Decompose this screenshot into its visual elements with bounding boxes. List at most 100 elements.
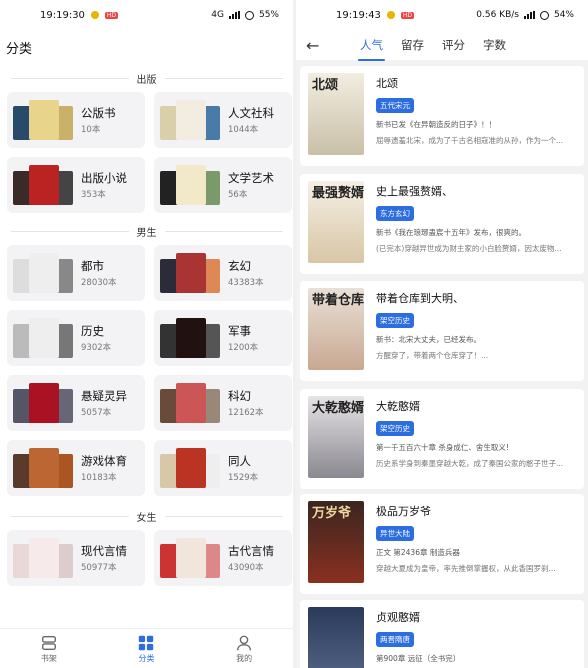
category-grid: 现代言情 50977本 古代言情 43090本 xyxy=(0,530,293,586)
category-info: 科幻 12162本 xyxy=(228,388,264,418)
book-card[interactable]: 贞观憨婿 两晋隋唐 第900章 远征（全书完） xyxy=(300,600,584,668)
latest-chapter: 新书：北宋大丈夫，已经发布。 xyxy=(376,335,481,344)
book-stack-image xyxy=(9,163,75,207)
section-header: 出版 xyxy=(0,64,293,92)
book-cover xyxy=(29,448,59,488)
tab-retention[interactable]: 留存 xyxy=(397,37,428,53)
genre-tag: 架空历史 xyxy=(376,313,414,328)
book-cover xyxy=(29,100,59,140)
category-info: 出版小说 353本 xyxy=(81,170,127,200)
category-card[interactable]: 历史 9302本 xyxy=(7,310,145,366)
book-description: 穿越大夏成为皇帝，率先推倒掌握权，从此香国罗刹... xyxy=(376,564,556,573)
battery-icon xyxy=(244,10,254,20)
ranking-header: ← 人气 留存 评分 字数 xyxy=(296,30,588,61)
cover-title: 带着仓库 xyxy=(312,293,364,308)
category-info: 悬疑灵异 5057本 xyxy=(81,388,127,418)
latest-chapter: 新书《我在琅琊蛊宸十五年》发布，很爽的。 xyxy=(376,228,526,237)
category-card[interactable]: 悬疑灵异 5057本 xyxy=(7,375,145,431)
category-card[interactable]: 同人 1529本 xyxy=(154,440,292,496)
category-info: 军事 1200本 xyxy=(228,323,258,353)
book-card[interactable]: 北颂 北颂 五代宋元 新书已发《在异朝造反的日子》！！ 屈辱遗羞北宋，成为了千古名相寇准… xyxy=(300,66,584,166)
category-name: 人文社科 xyxy=(228,106,274,120)
book-cover xyxy=(29,318,59,358)
book-cover: 万岁爷 xyxy=(308,501,364,583)
tab-category[interactable]: 分类 xyxy=(116,634,176,664)
tab-rating[interactable]: 评分 xyxy=(438,37,469,53)
section-header: 男生 xyxy=(0,217,293,245)
book-cover xyxy=(176,165,206,205)
category-card[interactable]: 古代言情 43090本 xyxy=(154,530,292,586)
book-cover: 带着仓库 xyxy=(308,288,364,370)
tab-label: 我的 xyxy=(236,653,253,663)
book-stack-image xyxy=(9,381,75,425)
genre-tag: 两晋隋唐 xyxy=(376,632,414,647)
tab-word-count[interactable]: 字数 xyxy=(479,37,510,53)
book-cover xyxy=(29,383,59,423)
battery-icon xyxy=(539,10,549,20)
category-card[interactable]: 游戏体育 10183本 xyxy=(7,440,145,496)
network-label: 4G xyxy=(211,10,224,20)
battery-level: 54% xyxy=(553,10,574,20)
genre-tag: 东方玄幻 xyxy=(376,206,414,221)
book-stack-image xyxy=(156,163,222,207)
category-count: 12162本 xyxy=(228,408,264,418)
category-count: 43383本 xyxy=(228,278,264,288)
category-grid: 都市 28030本 玄幻 43383本历史 9302本 军事 1200本悬疑灵异 5057本 科… xyxy=(0,245,293,496)
category-info: 公版书 10本 xyxy=(81,105,116,135)
category-name: 玄幻 xyxy=(228,259,251,273)
cover-title: 北颂 xyxy=(312,78,339,93)
category-count: 43090本 xyxy=(228,563,264,573)
person-icon xyxy=(237,635,252,650)
genre-tag: 架空历史 xyxy=(376,421,414,436)
category-count: 9302本 xyxy=(81,343,112,353)
category-name: 公版书 xyxy=(81,106,116,120)
book-card[interactable]: 大乾憨婿 大乾憨婿 架空历史 第一千五百六十章 杀身成仁、舍生取义! 历史系学身到秦墨穿… xyxy=(300,389,584,489)
cover-title: 大乾憨婿 xyxy=(312,401,364,416)
category-card[interactable]: 公版书 10本 xyxy=(7,92,145,148)
category-name: 历史 xyxy=(81,324,104,338)
book-stack-image xyxy=(156,536,222,580)
category-name: 科幻 xyxy=(228,389,251,403)
book-description: 方醒穿了，带着两个仓库穿了！... xyxy=(376,351,489,360)
tab-profile[interactable]: 我的 xyxy=(214,634,274,664)
category-name: 悬疑灵异 xyxy=(81,389,127,403)
category-card[interactable]: 科幻 12162本 xyxy=(154,375,292,431)
book-info: 极品万岁爷 异世大陆 正文 第2436章 制造兵器 穿越大夏成为皇帝，率先推倒掌握权，… xyxy=(376,501,576,587)
category-card[interactable]: 现代言情 50977本 xyxy=(7,530,145,586)
book-title: 带着仓库到大明、 xyxy=(376,292,464,305)
book-stack-image xyxy=(9,251,75,295)
book-stack-image xyxy=(9,446,75,490)
book-card[interactable]: 带着仓库 带着仓库到大明、 架空历史新书：北宋大丈夫，已经发布。 方醒穿了，带着两个仓… xyxy=(300,281,584,381)
tab-bookshelf[interactable]: 书架 xyxy=(19,634,79,664)
genre-tag: 异世大陆 xyxy=(376,526,414,541)
signal-icon xyxy=(228,11,240,19)
tab-popularity[interactable]: 人气 xyxy=(356,37,387,61)
category-card[interactable]: 出版小说 353本 xyxy=(7,157,145,213)
book-stack-image xyxy=(156,98,222,142)
category-count: 1200本 xyxy=(228,343,259,353)
category-name: 出版小说 xyxy=(81,171,127,185)
ranking-screen: 19:19:43 HD 0.56 KB/s 54% ← 人气 留存 评分 字数 … xyxy=(296,0,588,668)
book-info: 北颂 五代宋元 新书已发《在异朝造反的日子》！！ 屈辱遗羞北宋，成为了千古名相寇准的从… xyxy=(376,73,576,159)
book-cover xyxy=(176,253,206,293)
category-count: 28030本 xyxy=(81,278,117,288)
category-info: 都市 28030本 xyxy=(81,258,117,288)
book-cover xyxy=(176,100,206,140)
book-card[interactable]: 万岁爷 极品万岁爷 异世大陆 正文 第2436章 制造兵器 穿越大夏成为皇帝，率先推倒掌… xyxy=(300,494,584,594)
book-info: 贞观憨婿 两晋隋唐 第900章 远征（全书完） xyxy=(376,607,576,668)
book-info: 大乾憨婿 架空历史 第一千五百六十章 杀身成仁、舍生取义! 历史系学身到秦墨穿越大乾，… xyxy=(376,396,576,482)
book-cover xyxy=(176,448,206,488)
category-card[interactable]: 文学艺术 56本 xyxy=(154,157,292,213)
hd-badge: HD xyxy=(400,11,415,19)
book-stack-image xyxy=(156,381,222,425)
back-arrow-icon[interactable]: ← xyxy=(306,36,328,55)
category-card[interactable]: 军事 1200本 xyxy=(154,310,292,366)
book-description: (已完本)穿越异世成为财主家的小白脸赘婿，因太废物... xyxy=(376,244,562,253)
category-card[interactable]: 都市 28030本 xyxy=(7,245,145,301)
category-grid: 公版书 10本 人文社科 1044本 出版小说 353本 文学艺术 56本 xyxy=(0,92,293,213)
category-card[interactable]: 人文社科 1044本 xyxy=(154,92,292,148)
category-card[interactable]: 玄幻 43383本 xyxy=(154,245,292,301)
category-count: 10本 xyxy=(81,125,101,135)
book-title: 大乾憨婿 xyxy=(376,400,420,413)
book-card[interactable]: 最强赘婿 史上最强赘婿、 东方玄幻 新书《我在琅琊蛊宸十五年》发布，很爽的。 (已完本)… xyxy=(300,174,584,274)
